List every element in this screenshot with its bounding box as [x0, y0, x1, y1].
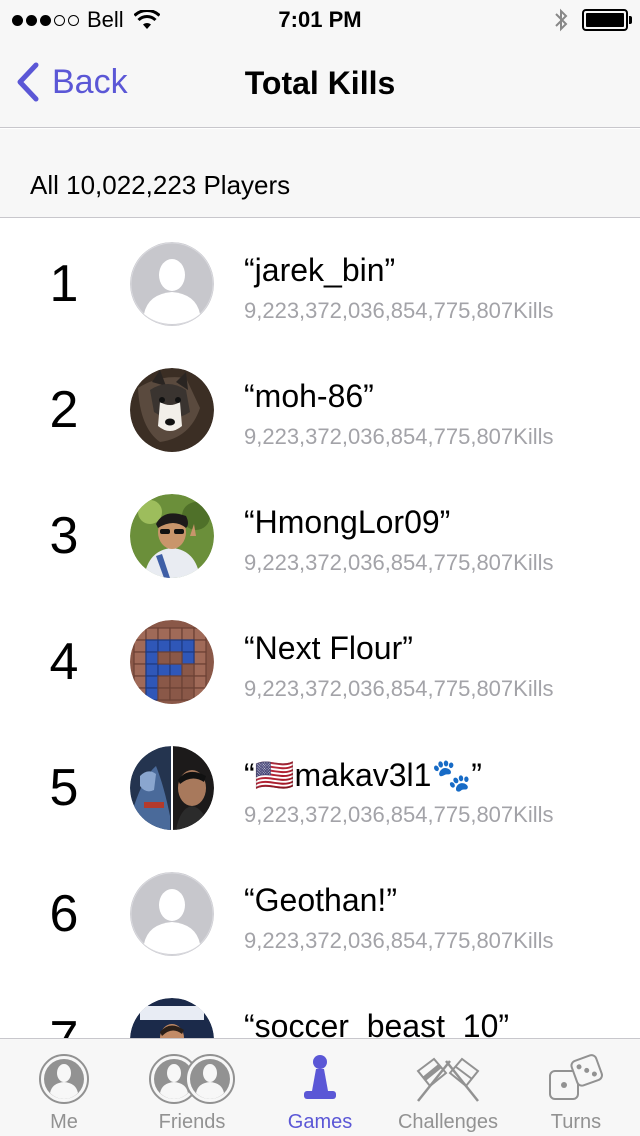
challenges-icon: [416, 1057, 480, 1102]
leaderboard-row[interactable]: 2 “moh-86” 9,223,372,036,854,775,807Kill…: [0, 344, 640, 470]
player-score: 9,223,372,036,854,775,807Kills: [244, 676, 554, 701]
tab-turns[interactable]: Turns: [512, 1039, 640, 1136]
leaderboard-list[interactable]: 1 “jarek_bin” 9,223,372,036,854,775,807K…: [0, 218, 640, 1038]
rank-number: 1: [49, 255, 79, 313]
leaderboard-row[interactable]: 1 “jarek_bin” 9,223,372,036,854,775,807K…: [0, 218, 640, 344]
me-icon: [39, 1054, 89, 1104]
player-name: “HmongLor09”: [244, 504, 451, 540]
tab-friends[interactable]: Friends: [128, 1039, 256, 1136]
leaderboard-row[interactable]: 7 “soccer_beast_10”: [0, 974, 640, 1038]
default-avatar-icon: [130, 242, 214, 326]
leaderboard-row[interactable]: 4 “Next Flour” 9,223,372,036,854,775,807…: [0, 596, 640, 722]
tab-me[interactable]: Me: [0, 1039, 128, 1136]
rank-number: 6: [49, 885, 79, 943]
player-name: “soccer_beast_10”: [244, 1008, 510, 1038]
soccer-photo-avatar: [130, 998, 214, 1038]
leaderboard-row[interactable]: 3 “HmongLor09” 9,223,372,036,854,775,807…: [0, 470, 640, 596]
tab-label: Turns: [550, 1111, 602, 1133]
status-bar: Bell 7:01 PM: [0, 0, 640, 40]
leaderboard-scope-header: All 10,022,223 Players: [0, 129, 640, 218]
games-icon: [304, 1055, 336, 1099]
navigation-bar: Back Total Kills: [0, 40, 640, 128]
player-name: “🇺🇸makav3l1🐾”: [244, 757, 482, 793]
player-score: 9,223,372,036,854,775,807Kills: [244, 802, 554, 827]
tab-bar: Me Friends Games Challenges Turns: [0, 1038, 640, 1136]
clock: 7:01 PM: [278, 7, 362, 32]
split-photo-avatar: [130, 746, 214, 830]
player-name: “Next Flour”: [244, 630, 413, 666]
page-title: Total Kills: [244, 65, 396, 101]
bluetooth-icon: [555, 8, 568, 32]
tab-label: Me: [50, 1111, 78, 1133]
player-name: “Geothan!”: [244, 882, 397, 918]
tab-games[interactable]: Games: [256, 1039, 384, 1136]
rank-number: 7: [28, 1010, 100, 1038]
tab-label: Challenges: [397, 1111, 499, 1133]
player-score: 9,223,372,036,854,775,807Kills: [244, 424, 554, 449]
default-avatar-icon: [130, 872, 214, 956]
rank-number: 4: [49, 633, 79, 691]
rank-number: 3: [49, 507, 79, 565]
player-score: 9,223,372,036,854,775,807Kills: [244, 298, 554, 323]
rank-number: 5: [49, 759, 79, 817]
husky-dog-avatar: [130, 368, 214, 452]
player-score: 9,223,372,036,854,775,807Kills: [244, 550, 554, 575]
leaderboard-row[interactable]: 5 “🇺🇸makav3l1🐾” 9,223,372,036,854,775,80…: [0, 722, 640, 848]
tab-label: Games: [287, 1111, 353, 1133]
player-name: “jarek_bin”: [244, 252, 396, 288]
player-score: 9,223,372,036,854,775,807Kills: [244, 928, 554, 953]
tab-label: Friends: [158, 1111, 226, 1133]
tab-challenges[interactable]: Challenges: [384, 1039, 512, 1136]
turns-icon: [549, 1054, 603, 1100]
player-name: “moh-86”: [244, 378, 374, 414]
friends-icon: [149, 1054, 235, 1104]
rank-number: 2: [49, 381, 79, 439]
battery-icon: [582, 9, 632, 31]
players-count-label: All 10,022,223 Players: [30, 170, 291, 200]
person-photo-avatar: [130, 494, 214, 578]
leaderboard-row[interactable]: 6 “Geothan!” 9,223,372,036,854,775,807Ki…: [0, 848, 640, 974]
tile-pattern-avatar: [130, 620, 214, 704]
